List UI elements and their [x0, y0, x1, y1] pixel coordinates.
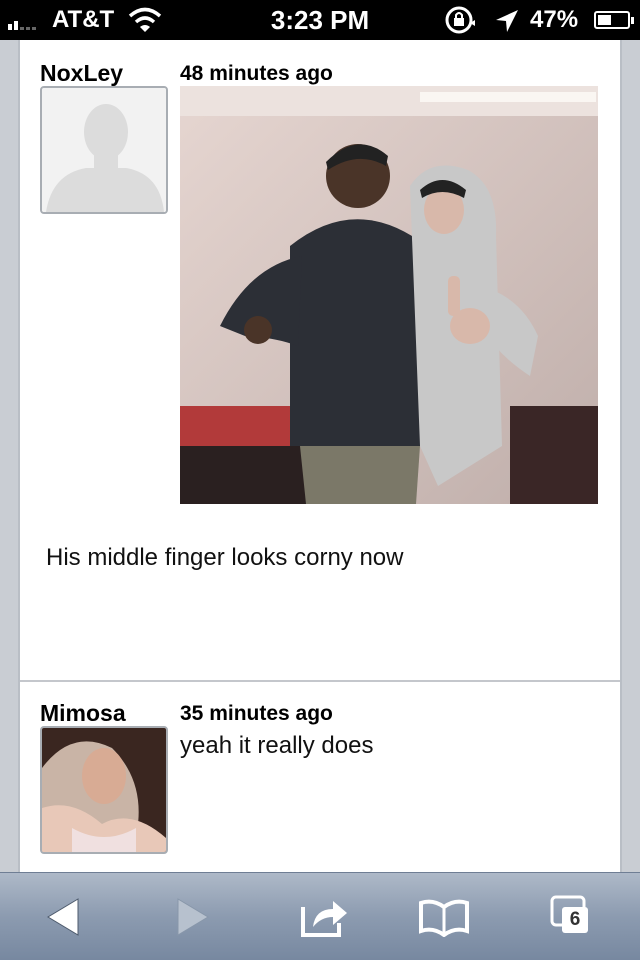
back-arrow-icon — [47, 898, 79, 936]
bookmarks-button[interactable] — [414, 889, 474, 945]
comment-item: NoxLey 48 minutes ago His middle finger … — [20, 40, 620, 682]
back-button[interactable] — [34, 889, 94, 945]
forward-arrow-icon — [177, 898, 209, 936]
comments-list[interactable]: NoxLey 48 minutes ago His middle finger … — [18, 40, 622, 872]
comment-username[interactable]: NoxLey — [40, 60, 123, 87]
comment-text: yeah it really does — [180, 732, 374, 759]
share-button[interactable] — [294, 889, 354, 945]
orientation-lock-icon — [444, 6, 478, 39]
open-book-icon — [419, 899, 469, 937]
comment-username[interactable]: Mimosa — [40, 700, 126, 727]
forward-button[interactable] — [162, 889, 222, 945]
comment-timestamp: 35 minutes ago — [180, 702, 333, 725]
tabs-button[interactable]: 6 — [542, 889, 602, 945]
post-photo[interactable] — [180, 86, 598, 504]
comment-timestamp: 48 minutes ago — [180, 62, 333, 85]
location-arrow-icon — [494, 8, 520, 39]
tabs-count: 6 — [562, 907, 588, 933]
battery-percent: 47% — [530, 6, 579, 33]
status-bar: AT&T 3:23 PM 47% — [0, 0, 640, 40]
browser-toolbar: 6 — [0, 872, 640, 960]
battery-icon — [594, 11, 634, 29]
comment-item: Mimosa 35 minutes ago yeah it really doe… — [20, 684, 620, 872]
comment-text: His middle finger looks corny now — [46, 544, 404, 571]
avatar[interactable] — [40, 86, 168, 214]
share-icon — [301, 901, 347, 937]
avatar[interactable] — [40, 726, 168, 854]
